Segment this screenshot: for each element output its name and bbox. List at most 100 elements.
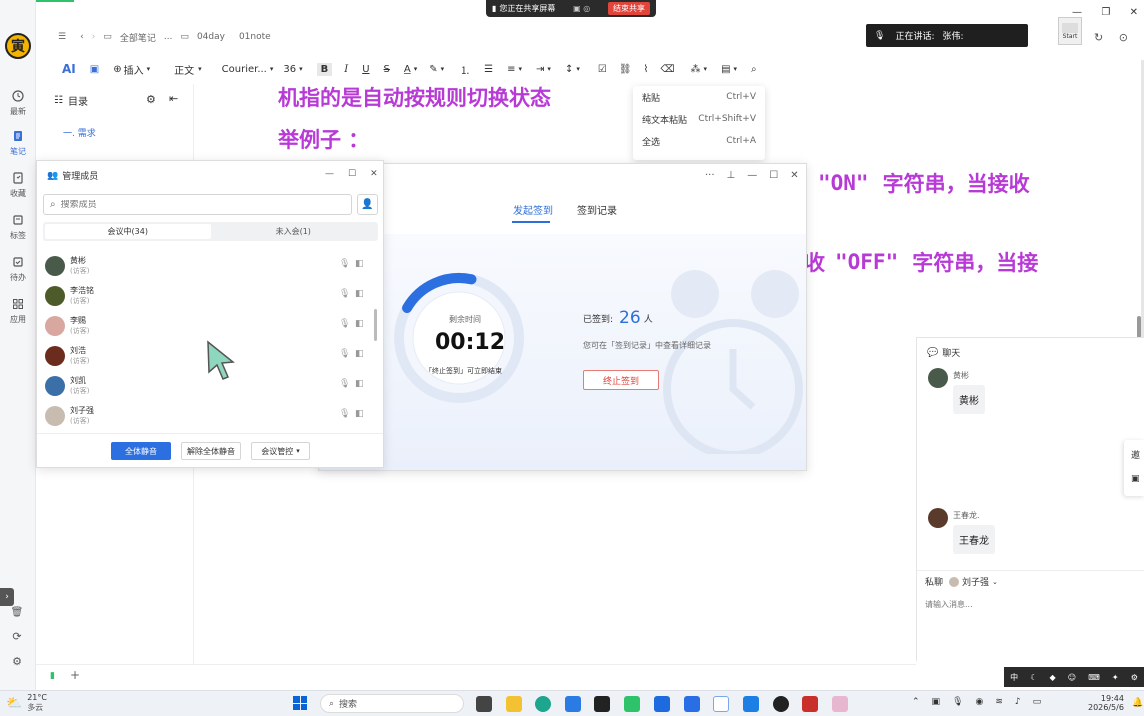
member-search-input[interactable] xyxy=(60,199,321,210)
app-logo[interactable]: 寅 xyxy=(5,33,31,59)
caret-down-icon[interactable]: ▾ xyxy=(414,65,418,73)
tools-icon[interactable]: ✦ xyxy=(1112,673,1119,682)
member-list-scrollbar[interactable] xyxy=(374,309,377,341)
more-format-icon[interactable]: ⁂ xyxy=(691,64,701,75)
wifi-icon[interactable]: ≋ xyxy=(995,697,1003,707)
ordered-list-icon[interactable]: ⒈ xyxy=(460,62,470,77)
private-chat-select[interactable]: 私聊 刘子强 ⌄ xyxy=(925,575,998,588)
search-icon[interactable]: ⌕ xyxy=(751,64,757,75)
format-painter-icon[interactable]: ⌇ xyxy=(644,64,649,75)
notifications-icon[interactable]: 🔔 xyxy=(1132,698,1143,708)
caret-down-icon[interactable]: ▾ xyxy=(441,65,445,73)
end-signin-button[interactable]: 终止签到 xyxy=(583,370,659,390)
app-icon[interactable] xyxy=(802,696,818,712)
menu-item-paste[interactable]: 粘贴 Ctrl+V xyxy=(633,86,765,108)
more-icon[interactable]: ··· xyxy=(705,170,715,181)
windows-start-icon[interactable] xyxy=(293,696,307,710)
outline-settings-icon[interactable]: ⚙ xyxy=(146,93,156,106)
caret-down-icon[interactable]: ▾ xyxy=(519,65,523,73)
emoji-icon[interactable]: ☺ xyxy=(1068,673,1076,682)
caret-down-icon[interactable]: ▾ xyxy=(547,65,551,73)
breadcrumb-root[interactable]: 全部笔记 xyxy=(120,31,156,44)
link-icon[interactable]: ⛓ xyxy=(619,64,632,75)
start-badge[interactable]: Start xyxy=(1058,17,1082,45)
keyboard-icon[interactable]: ⌨ xyxy=(1088,673,1100,682)
app-icon[interactable] xyxy=(832,696,848,712)
close-icon[interactable]: ✕ xyxy=(790,170,798,181)
microphone-off-icon[interactable]: 🎙 xyxy=(339,379,350,389)
insert-button[interactable]: ⊕ 插入 ▾ xyxy=(113,62,150,77)
font-family-select[interactable]: Courier... ▾ xyxy=(222,64,274,75)
meeting-app-icon[interactable] xyxy=(654,696,670,712)
task-icon[interactable]: ☑ xyxy=(598,64,607,75)
underline-button[interactable]: U xyxy=(362,64,369,75)
app-icon[interactable] xyxy=(743,696,759,712)
chevron-up-icon[interactable]: ⌃ xyxy=(912,697,920,707)
paragraph-style-select[interactable]: 正文 ▾ xyxy=(174,62,202,77)
highlight-icon[interactable]: ✎ xyxy=(429,64,437,75)
settings-icon[interactable]: ⚙ xyxy=(1131,673,1138,682)
maximize-icon[interactable]: ☐ xyxy=(348,169,356,179)
settings-icon[interactable]: ⚙ xyxy=(11,655,23,668)
rail-item-latest[interactable]: 最新 xyxy=(0,90,36,117)
camera-off-icon[interactable]: ◧ xyxy=(355,379,364,389)
app-icon[interactable] xyxy=(713,696,729,712)
microphone-off-icon[interactable]: 🎙 xyxy=(339,349,350,359)
caret-down-icon[interactable]: ▾ xyxy=(704,65,708,73)
rail-item-todo[interactable]: 待办 xyxy=(0,256,36,283)
mute-all-button[interactable]: 全体静音 xyxy=(111,442,171,460)
more-icon[interactable]: ⊙ xyxy=(1119,31,1128,44)
tab-start-signin[interactable]: 发起签到 xyxy=(513,202,553,217)
maximize-icon[interactable]: ☐ xyxy=(769,170,778,181)
app-icon[interactable] xyxy=(773,696,789,712)
close-icon[interactable]: ✕ xyxy=(1130,7,1138,18)
indent-icon[interactable]: ⇥ xyxy=(536,64,544,75)
microphone-off-icon[interactable]: 🎙 xyxy=(339,409,350,419)
camera-off-icon[interactable]: ◧ xyxy=(355,409,364,419)
volume-icon[interactable]: ♪ xyxy=(1015,697,1021,707)
minimize-icon[interactable]: — xyxy=(325,169,334,179)
minimize-icon[interactable]: — xyxy=(1072,7,1082,18)
camera-off-icon[interactable]: ◧ xyxy=(355,259,364,269)
breadcrumb-note[interactable]: 01note xyxy=(239,32,271,42)
camera-off-icon[interactable]: ◧ xyxy=(355,319,364,329)
meeting-control-button[interactable]: 会议管控 ▾ xyxy=(251,442,310,460)
punctuation-icon[interactable]: ◆ xyxy=(1049,673,1055,682)
task-view-icon[interactable] xyxy=(476,696,492,712)
bold-button[interactable]: B xyxy=(316,62,333,76)
invite-member-button[interactable]: 👤 xyxy=(357,194,378,215)
tray-app-icon[interactable]: ◉ xyxy=(976,697,984,707)
expand-rail-button[interactable]: › xyxy=(0,588,14,606)
tab-not-joined[interactable]: 未入会(1) xyxy=(211,226,377,237)
weather-widget[interactable]: ⛅ 21°C 多云 xyxy=(6,693,47,713)
battery-icon[interactable]: ▭ xyxy=(1033,697,1042,707)
notion-icon[interactable] xyxy=(594,696,610,712)
close-icon[interactable]: ✕ xyxy=(370,169,378,179)
unmute-all-button[interactable]: 解除全体静音 xyxy=(181,442,241,460)
note-tab-icon[interactable]: ▮ xyxy=(50,671,55,681)
clock[interactable]: 19:44 2026/5/6 xyxy=(1088,694,1124,712)
trash-icon[interactable]: 🗑 xyxy=(11,606,24,618)
wechat-icon[interactable] xyxy=(624,696,640,712)
outline-item[interactable]: 一. 需求 xyxy=(63,126,96,139)
sync-icon[interactable]: ⟳ xyxy=(11,630,23,643)
feishu-icon[interactable] xyxy=(684,696,700,712)
edge-icon[interactable] xyxy=(535,696,551,712)
tab-in-meeting[interactable]: 会议中(34) xyxy=(45,224,211,239)
moon-icon[interactable]: ☾ xyxy=(1030,673,1037,682)
stop-share-button[interactable]: 结束共享 xyxy=(608,2,650,15)
ime-chinese[interactable]: 中 xyxy=(1010,672,1018,683)
line-spacing-icon[interactable]: ↕ xyxy=(565,64,573,75)
redo-icon[interactable]: ↻ xyxy=(1094,31,1103,44)
font-size-select[interactable]: 36 ▾ xyxy=(283,64,302,75)
floating-invite-panel[interactable]: 邀 ▣ xyxy=(1124,440,1144,496)
microphone-off-icon[interactable]: 🎙 xyxy=(339,259,350,269)
member-row[interactable]: 刘子强 (访客) 🎙 ◧ xyxy=(37,403,377,433)
caret-down-icon[interactable]: ▾ xyxy=(576,65,580,73)
member-row[interactable]: 李浩铭 (访客) 🎙 ◧ xyxy=(37,283,377,313)
rail-item-apps[interactable]: 应用 xyxy=(0,298,36,325)
tab-signin-records[interactable]: 签到记录 xyxy=(577,202,617,217)
back-icon[interactable]: ‹ xyxy=(80,32,84,42)
store-icon[interactable] xyxy=(565,696,581,712)
menu-item-select-all[interactable]: 全选 Ctrl+A xyxy=(633,130,765,152)
